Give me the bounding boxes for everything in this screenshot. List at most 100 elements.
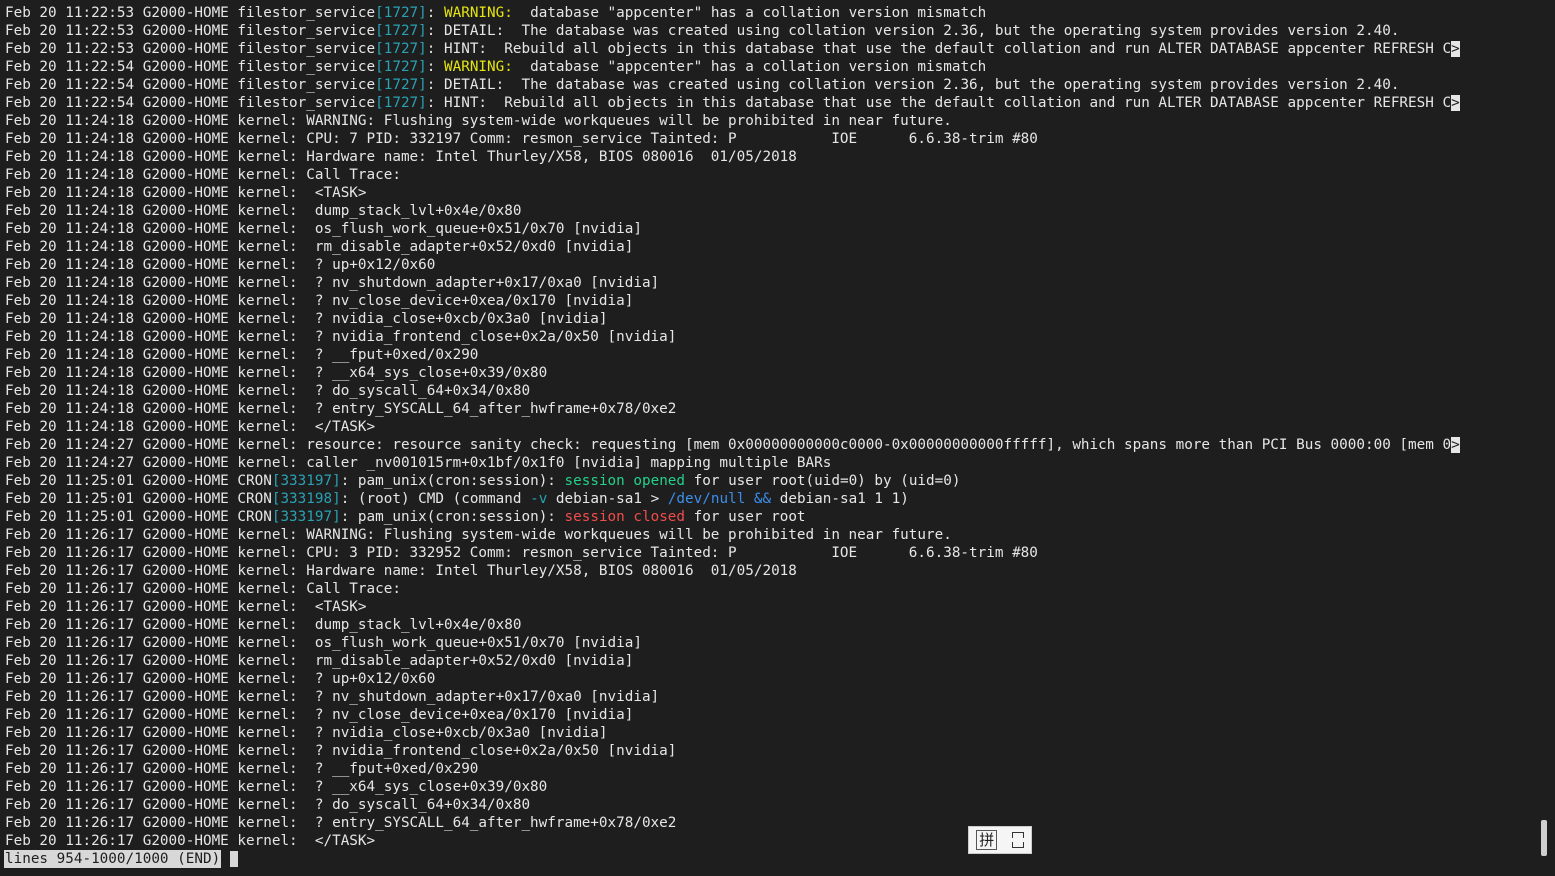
log-line-text: Feb 20 11:26:17 G2000-HOME kernel: ? __f… (5, 761, 479, 777)
log-line: Feb 20 11:26:17 G2000-HOME kernel: Call … (5, 580, 1525, 598)
log-line: Feb 20 11:22:54 G2000-HOME filestor_serv… (5, 76, 1525, 94)
log-line-prefix: Feb 20 11:25:01 G2000-HOME CRON (5, 509, 272, 525)
log-line-text: Feb 20 11:24:18 G2000-HOME kernel: ? __x… (5, 365, 548, 381)
log-line-text: Feb 20 11:26:17 G2000-HOME kernel: os_fl… (5, 635, 642, 651)
journal-log-output: Feb 20 11:22:53 G2000-HOME filestor_serv… (5, 4, 1525, 850)
log-line: Feb 20 11:24:18 G2000-HOME kernel: ? nv_… (5, 292, 1525, 310)
warning-tag: WARNING: (444, 5, 513, 21)
log-line-message (745, 491, 754, 507)
log-line: Feb 20 11:26:17 G2000-HOME kernel: dump_… (5, 616, 1525, 634)
log-line-message: : HINT: Rebuild all objects in this data… (426, 41, 1452, 57)
session-state: session closed (564, 509, 686, 525)
log-line: Feb 20 11:24:18 G2000-HOME kernel: ? ent… (5, 400, 1525, 418)
log-line: Feb 20 11:26:17 G2000-HOME kernel: ? nvi… (5, 742, 1525, 760)
log-line: Feb 20 11:26:17 G2000-HOME kernel: </TAS… (5, 832, 1525, 850)
log-line-text: Feb 20 11:26:17 G2000-HOME kernel: Call … (5, 581, 401, 597)
log-line: Feb 20 11:24:18 G2000-HOME kernel: ? nvi… (5, 328, 1525, 346)
line-truncated-marker: > (1451, 41, 1460, 57)
log-line: Feb 20 11:24:18 G2000-HOME kernel: ? nv_… (5, 274, 1525, 292)
log-line-message: database "appcenter" has a collation ver… (512, 5, 987, 21)
log-line-text: Feb 20 11:24:18 G2000-HOME kernel: ? nvi… (5, 329, 677, 345)
log-line: Feb 20 11:24:27 G2000-HOME kernel: calle… (5, 454, 1525, 472)
log-line-text: Feb 20 11:26:17 G2000-HOME kernel: CPU: … (5, 545, 1038, 561)
log-line: Feb 20 11:22:54 G2000-HOME filestor_serv… (5, 59, 987, 75)
log-line: Feb 20 11:24:18 G2000-HOME kernel: </TAS… (5, 418, 1525, 436)
log-line-text: Feb 20 11:26:17 G2000-HOME kernel: </TAS… (5, 833, 376, 849)
log-line-text: Feb 20 11:24:27 G2000-HOME kernel: resou… (5, 437, 1452, 453)
log-line-message: : DETAIL: The database was created using… (426, 77, 1400, 93)
process-id: [1727] (375, 23, 427, 39)
log-line: Feb 20 11:22:53 G2000-HOME filestor_serv… (5, 5, 987, 21)
log-line-message: for user root(uid=0) by (uid=0) (685, 473, 961, 489)
log-line: Feb 20 11:25:01 G2000-HOME CRON[333198]:… (5, 490, 1525, 508)
log-line-text: Feb 20 11:26:17 G2000-HOME kernel: ? nvi… (5, 743, 677, 759)
line-truncated-marker: > (1451, 437, 1460, 453)
process-id: [1727] (375, 77, 427, 93)
log-line: Feb 20 11:24:18 G2000-HOME kernel: rm_di… (5, 238, 1525, 256)
log-line-prefix: Feb 20 11:22:53 G2000-HOME filestor_serv… (5, 5, 376, 21)
vertical-scrollbar-thumb[interactable] (1541, 820, 1547, 856)
process-id: [333197] (271, 509, 341, 525)
terminal-window[interactable]: Feb 20 11:22:53 G2000-HOME filestor_serv… (0, 0, 1555, 876)
log-line: Feb 20 11:24:18 G2000-HOME kernel: ? up+… (5, 256, 1525, 274)
log-line: Feb 20 11:26:17 G2000-HOME kernel: WARNI… (5, 526, 1525, 544)
log-line-text: Feb 20 11:24:18 G2000-HOME kernel: ? nv_… (5, 293, 634, 309)
process-id: [1727] (375, 59, 427, 75)
log-line: Feb 20 11:26:17 G2000-HOME kernel: ? nvi… (5, 724, 1525, 742)
log-line: Feb 20 11:24:18 G2000-HOME kernel: ? do_… (5, 382, 1525, 400)
log-line: Feb 20 11:26:17 G2000-HOME kernel: ? __x… (5, 778, 1525, 796)
log-line-text: Feb 20 11:24:18 G2000-HOME kernel: ? do_… (5, 383, 531, 399)
log-line: Feb 20 11:26:17 G2000-HOME kernel: rm_di… (5, 652, 1525, 670)
log-line-prefix: Feb 20 11:22:53 G2000-HOME filestor_serv… (5, 41, 376, 57)
log-line-text: Feb 20 11:26:17 G2000-HOME kernel: ? nvi… (5, 725, 608, 741)
log-line-text: Feb 20 11:26:17 G2000-HOME kernel: ? nv_… (5, 689, 660, 705)
process-id: [333197] (271, 473, 341, 489)
log-line-message: : (root) CMD (command (340, 491, 531, 507)
log-line: Feb 20 11:24:18 G2000-HOME kernel: CPU: … (5, 130, 1525, 148)
log-line: Feb 20 11:24:18 G2000-HOME kernel: Call … (5, 166, 1525, 184)
log-line-message: debian-sa1 > (547, 491, 668, 507)
log-line: Feb 20 11:22:54 G2000-HOME filestor_serv… (5, 94, 1525, 112)
log-line: Feb 20 11:26:17 G2000-HOME kernel: <TASK… (5, 598, 1525, 616)
text-cursor (230, 851, 238, 867)
log-line-message: database "appcenter" has a collation ver… (512, 59, 987, 75)
log-line-message: debian-sa1 1 1) (771, 491, 909, 507)
log-line-text: Feb 20 11:26:17 G2000-HOME kernel: Hardw… (5, 563, 797, 579)
log-line: Feb 20 11:26:17 G2000-HOME kernel: ? nv_… (5, 706, 1525, 724)
log-line: Feb 20 11:25:01 G2000-HOME CRON[333197]:… (5, 472, 1525, 490)
log-line-text: Feb 20 11:26:17 G2000-HOME kernel: ? nv_… (5, 707, 634, 723)
log-line-text: Feb 20 11:24:18 G2000-HOME kernel: rm_di… (5, 239, 634, 255)
process-id: [1727] (375, 5, 427, 21)
log-line: Feb 20 11:26:17 G2000-HOME kernel: Hardw… (5, 562, 1525, 580)
log-line: Feb 20 11:26:17 G2000-HOME kernel: ? ent… (5, 814, 1525, 832)
log-line-message: : HINT: Rebuild all objects in this data… (426, 95, 1452, 111)
log-line: Feb 20 11:24:18 G2000-HOME kernel: ? __f… (5, 346, 1525, 364)
log-line: Feb 20 11:26:17 G2000-HOME kernel: ? up+… (5, 670, 1525, 688)
ime-toolbar[interactable]: 拼 (968, 826, 1032, 854)
log-line: Feb 20 11:26:17 G2000-HOME kernel: ? __f… (5, 760, 1525, 778)
log-line-text: Feb 20 11:24:27 G2000-HOME kernel: calle… (5, 455, 832, 471)
log-line-text: Feb 20 11:24:18 G2000-HOME kernel: CPU: … (5, 131, 1038, 147)
log-line-text: Feb 20 11:24:18 G2000-HOME kernel: WARNI… (5, 113, 952, 129)
log-line-text: Feb 20 11:24:18 G2000-HOME kernel: ? nv_… (5, 275, 660, 291)
log-line-message: : DETAIL: The database was created using… (426, 23, 1400, 39)
log-line-text: Feb 20 11:24:18 G2000-HOME kernel: os_fl… (5, 221, 642, 237)
log-line: Feb 20 11:26:17 G2000-HOME kernel: CPU: … (5, 544, 1525, 562)
log-line: Feb 20 11:26:17 G2000-HOME kernel: os_fl… (5, 634, 1525, 652)
log-line-text: Feb 20 11:26:17 G2000-HOME kernel: ? do_… (5, 797, 531, 813)
session-state: session opened (564, 473, 686, 489)
command-flag: -v (530, 491, 548, 507)
log-line-message: : pam_unix(cron:session): (340, 509, 565, 525)
log-line: Feb 20 11:24:18 G2000-HOME kernel: WARNI… (5, 112, 1525, 130)
full-width-icon[interactable] (1011, 832, 1024, 848)
log-line: Feb 20 11:26:17 G2000-HOME kernel: ? nv_… (5, 688, 1525, 706)
log-line-text: Feb 20 11:24:18 G2000-HOME kernel: <TASK… (5, 185, 367, 201)
log-line: Feb 20 11:24:18 G2000-HOME kernel: <TASK… (5, 184, 1525, 202)
log-line-text: Feb 20 11:26:17 G2000-HOME kernel: ? up+… (5, 671, 436, 687)
log-line: Feb 20 11:25:01 G2000-HOME CRON[333197]:… (5, 508, 1525, 526)
log-line-text: Feb 20 11:26:17 G2000-HOME kernel: <TASK… (5, 599, 367, 615)
ime-pinyin-mode-button[interactable]: 拼 (976, 830, 998, 850)
log-line-text: Feb 20 11:24:18 G2000-HOME kernel: ? ent… (5, 401, 677, 417)
log-line: Feb 20 11:24:18 G2000-HOME kernel: ? __x… (5, 364, 1525, 382)
log-line-prefix: Feb 20 11:22:54 G2000-HOME filestor_serv… (5, 59, 376, 75)
